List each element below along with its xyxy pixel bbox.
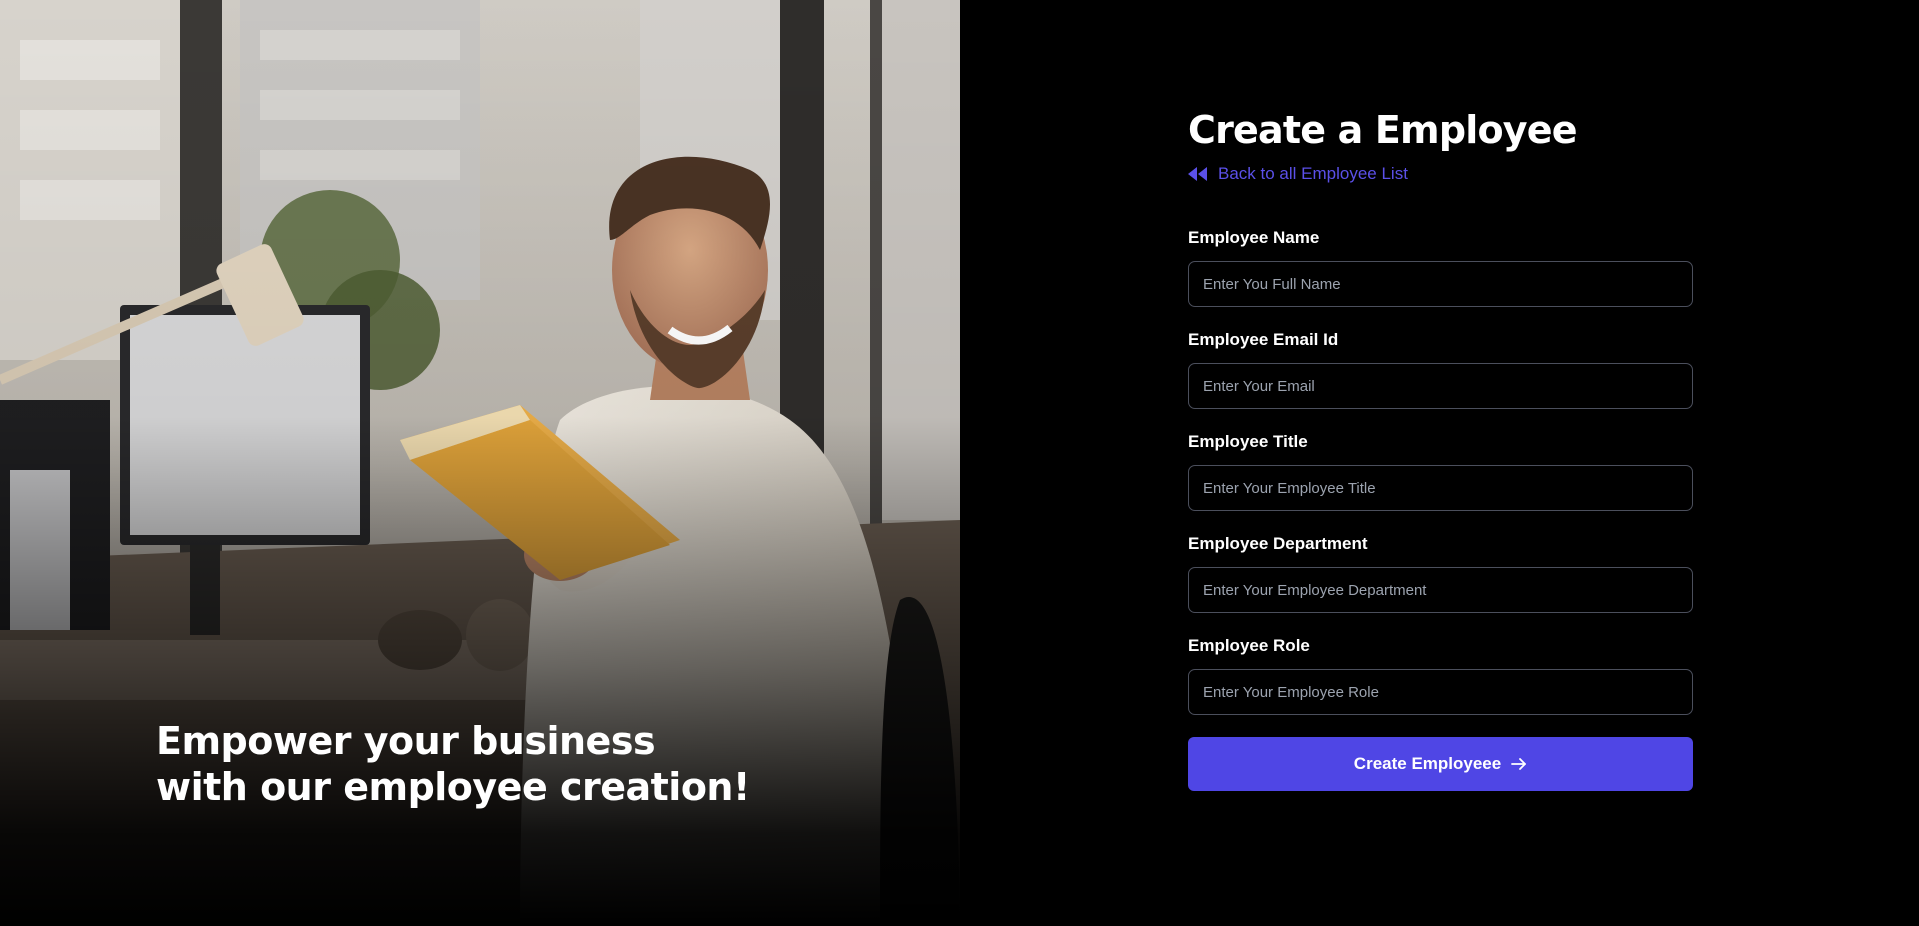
employee-role-input[interactable] — [1188, 669, 1693, 715]
hero-tagline: Empower your business with our employee … — [156, 718, 796, 810]
employee-department-input[interactable] — [1188, 567, 1693, 613]
form-panel: Create a Employee Back to all Employee L… — [960, 0, 1919, 926]
employee-department-label: Employee Department — [1188, 534, 1368, 553]
field-employee-name: Employee Name — [1188, 227, 1693, 307]
employee-title-label: Employee Title — [1188, 432, 1308, 451]
back-link-label: Back to all Employee List — [1218, 164, 1408, 183]
hero-panel: Empower your business with our employee … — [0, 0, 960, 926]
create-employee-form: Create a Employee Back to all Employee L… — [1188, 100, 1693, 791]
hero-tagline-line-2: with our employee creation! — [156, 765, 750, 809]
employee-role-label: Employee Role — [1188, 636, 1310, 655]
create-employee-button-label: Create Employeee — [1353, 754, 1502, 773]
field-employee-department: Employee Department — [1188, 533, 1693, 613]
page: Empower your business with our employee … — [0, 0, 1919, 926]
arrow-right-icon — [1511, 758, 1527, 770]
employee-email-label: Employee Email Id — [1188, 330, 1339, 349]
hero-tagline-line-1: Empower your business — [156, 719, 656, 763]
field-employee-email: Employee Email Id — [1188, 329, 1693, 409]
page-title: Create a Employee — [1188, 108, 1577, 152]
employee-name-input[interactable] — [1188, 261, 1693, 307]
employee-name-label: Employee Name — [1188, 228, 1320, 247]
field-employee-role: Employee Role — [1188, 635, 1693, 715]
employee-email-input[interactable] — [1188, 363, 1693, 409]
double-chevron-left-icon — [1188, 167, 1207, 181]
create-employee-button[interactable]: Create Employeee — [1188, 737, 1693, 791]
back-to-list-link[interactable]: Back to all Employee List — [1188, 163, 1693, 185]
field-employee-title: Employee Title — [1188, 431, 1693, 511]
employee-title-input[interactable] — [1188, 465, 1693, 511]
